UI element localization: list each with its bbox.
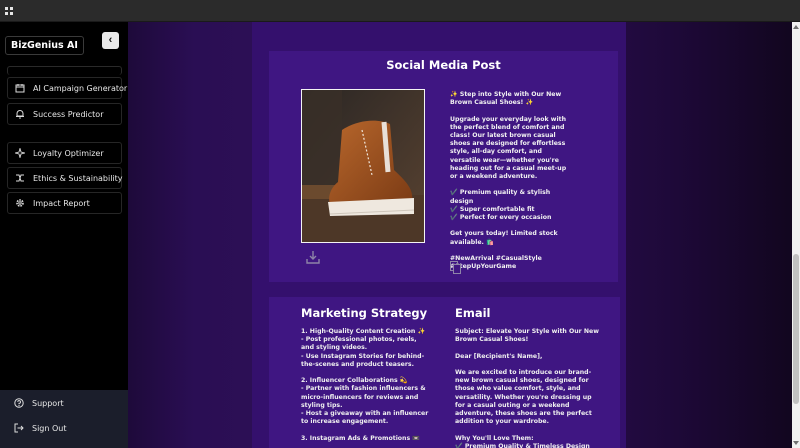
copy-icon[interactable] <box>450 261 461 274</box>
sidebar-item-success-predictor[interactable]: Success Predictor <box>7 103 122 125</box>
sidebar-item-ai-campaign-generator[interactable]: AI Campaign Generator <box>7 77 127 99</box>
sidebar: BizGenius AI ‹ AI Campaign Generator Suc… <box>0 22 128 448</box>
social-post-title: Social Media Post <box>386 58 501 72</box>
marketing-strategy-title: Marketing Strategy <box>301 306 428 320</box>
download-icon[interactable] <box>306 250 320 264</box>
app-grid-icon[interactable] <box>5 7 13 15</box>
scrollbar-thumb[interactable] <box>793 254 799 404</box>
window-top-bar <box>0 0 800 22</box>
sidebar-item-support[interactable]: Support <box>7 392 122 414</box>
sidebar-item-loyalty-optimizer[interactable]: Loyalty Optimizer <box>7 142 122 164</box>
sidebar-item-label: AI Campaign Generator <box>33 83 128 93</box>
marketing-strategy-text: 1. High-Quality Content Creation ✨ - Pos… <box>301 328 429 442</box>
page-scrollbar[interactable] <box>792 22 800 448</box>
sidebar-item-label: Sign Out <box>32 423 67 433</box>
main-content: Social Media Post ✨ Step into Style with… <box>128 22 792 448</box>
sidebar-item-label: Support <box>32 398 64 408</box>
sidebar-item-impact-report[interactable]: Impact Report <box>7 192 122 214</box>
app-logo: BizGenius AI <box>5 36 84 55</box>
email-text: Subject: Elevate Your Style with Our New… <box>455 328 599 448</box>
calendar-icon <box>15 84 25 93</box>
sidebar-item-label: Impact Report <box>33 198 90 208</box>
sidebar-item-sign-out[interactable]: Sign Out <box>7 417 122 439</box>
email-title: Email <box>455 306 491 320</box>
shuffle-icon <box>16 174 24 182</box>
social-post-text: ✨ Step into Style with Our New Brown Cas… <box>450 91 567 271</box>
gear-icon <box>16 199 24 207</box>
sidebar-item-label: Loyalty Optimizer <box>33 148 104 158</box>
sidebar-item-label: Ethics & Sustainability <box>33 173 123 183</box>
nav-divider <box>7 66 122 75</box>
bell-icon <box>16 110 24 119</box>
sparkle-icon <box>15 148 25 158</box>
help-icon <box>14 398 24 408</box>
sidebar-item-ethics-sustainability[interactable]: Ethics & Sustainability <box>7 167 123 189</box>
brown-sneaker-photo <box>302 90 424 242</box>
sidebar-item-label: Success Predictor <box>33 109 104 119</box>
product-image <box>301 89 425 243</box>
scroll-down-icon[interactable] <box>793 441 799 445</box>
sidebar-footer: Support Sign Out <box>0 390 128 448</box>
scroll-up-icon[interactable] <box>793 25 799 29</box>
collapse-sidebar-button[interactable]: ‹ <box>102 32 119 49</box>
sign-out-icon <box>14 423 24 433</box>
